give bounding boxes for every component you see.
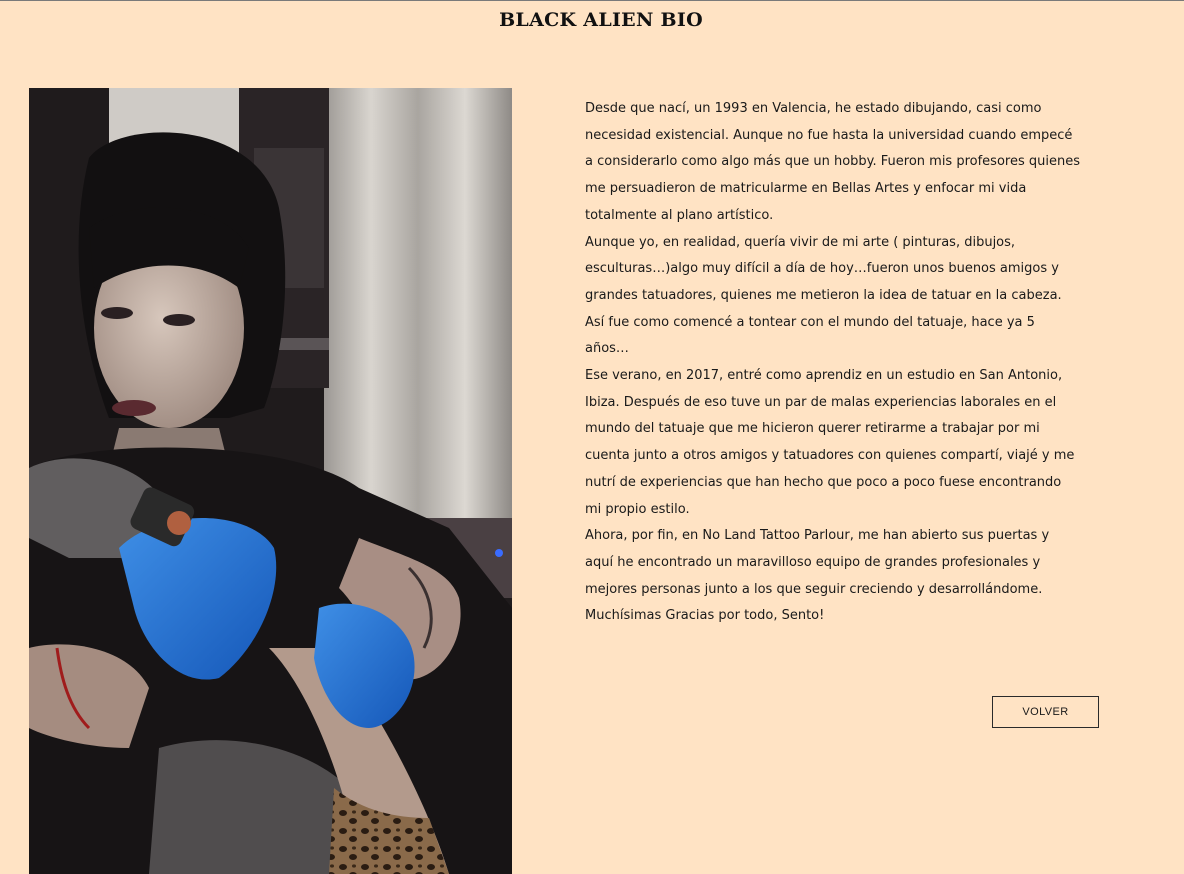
bio-paragraph: Así fue como comencé a tontear con el mu…	[585, 314, 1035, 357]
bio-paragraph: Desde que nací, un 1993 en Valencia, he …	[585, 101, 1080, 223]
bio-paragraph: Ahora, por fin, en No Land Tattoo Parlou…	[585, 528, 1050, 597]
page-title: BLACK ALIEN BIO	[499, 9, 703, 31]
bio-paragraph: Ese verano, en 2017, entré como aprendiz…	[585, 368, 1075, 517]
artist-photo	[29, 88, 512, 874]
bio-paragraph: Muchísimas Gracias por todo, Sento!	[585, 608, 825, 624]
back-button[interactable]: VOLVER	[992, 696, 1099, 728]
bio-text: Desde que nací, un 1993 en Valencia, he …	[585, 96, 1080, 630]
top-border	[0, 0, 1184, 1]
bio-paragraph: Aunque yo, en realidad, quería vivir de …	[585, 234, 1062, 303]
